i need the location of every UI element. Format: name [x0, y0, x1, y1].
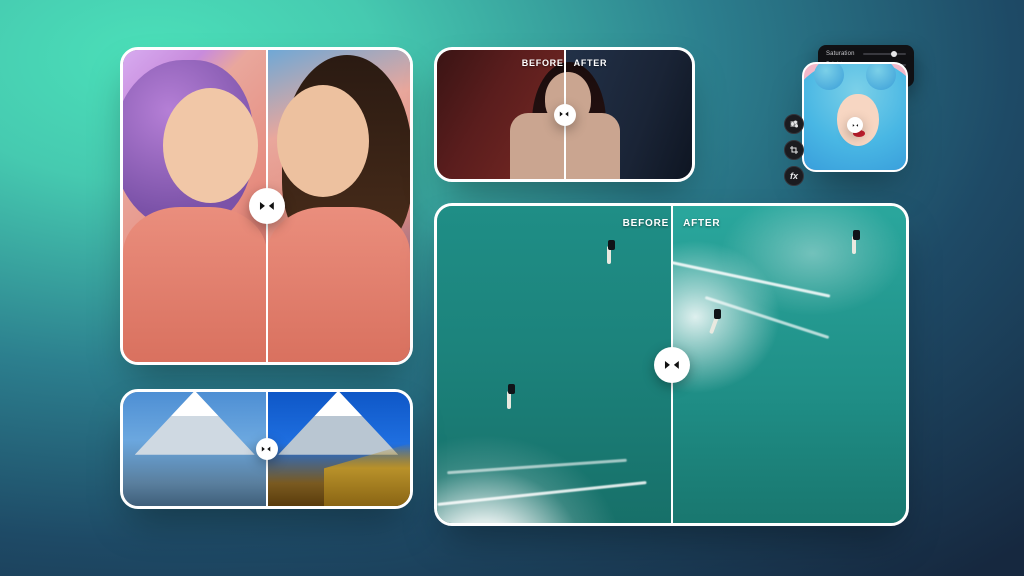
before-half	[437, 206, 672, 523]
slider-handle[interactable]	[847, 117, 863, 133]
slider-handle[interactable]	[554, 104, 576, 126]
adjust-slider[interactable]	[863, 53, 906, 55]
before-after-labels: BEFORE AFTER	[522, 58, 607, 68]
slider-handle[interactable]	[256, 438, 278, 460]
after-label: AFTER	[683, 218, 720, 229]
crop-icon[interactable]	[784, 140, 804, 160]
compare-card-ocean: BEFORE AFTER	[434, 203, 909, 526]
compare-card-bluehair	[802, 62, 908, 172]
slider-arrows-icon	[851, 121, 860, 130]
slider-arrows-icon	[662, 355, 682, 375]
before-half	[123, 392, 267, 506]
after-half	[672, 206, 907, 523]
before-half	[123, 50, 267, 362]
after-label: AFTER	[574, 58, 608, 68]
slider-handle[interactable]	[654, 347, 690, 383]
fx-glyph: fx	[790, 171, 798, 181]
before-label: BEFORE	[623, 218, 669, 229]
tool-stack: fx	[784, 114, 804, 186]
compare-card-friends	[120, 47, 413, 365]
slider-arrows-icon	[558, 108, 570, 120]
before-after-labels: BEFORE AFTER	[623, 218, 721, 229]
before-label: BEFORE	[522, 58, 564, 68]
after-half	[267, 50, 411, 362]
adjust-row-saturation: Saturation	[826, 51, 906, 57]
compare-card-moody: BEFORE AFTER	[434, 47, 695, 182]
adjust-thumb[interactable]	[891, 51, 897, 57]
compare-card-mountain	[120, 389, 413, 509]
adjust-label: Saturation	[826, 51, 858, 57]
adjust-icon[interactable]	[784, 114, 804, 134]
slider-arrows-icon	[257, 196, 277, 216]
fx-icon[interactable]: fx	[784, 166, 804, 186]
slider-arrows-icon	[260, 443, 272, 455]
slider-handle[interactable]	[249, 188, 285, 224]
after-half	[267, 392, 411, 506]
